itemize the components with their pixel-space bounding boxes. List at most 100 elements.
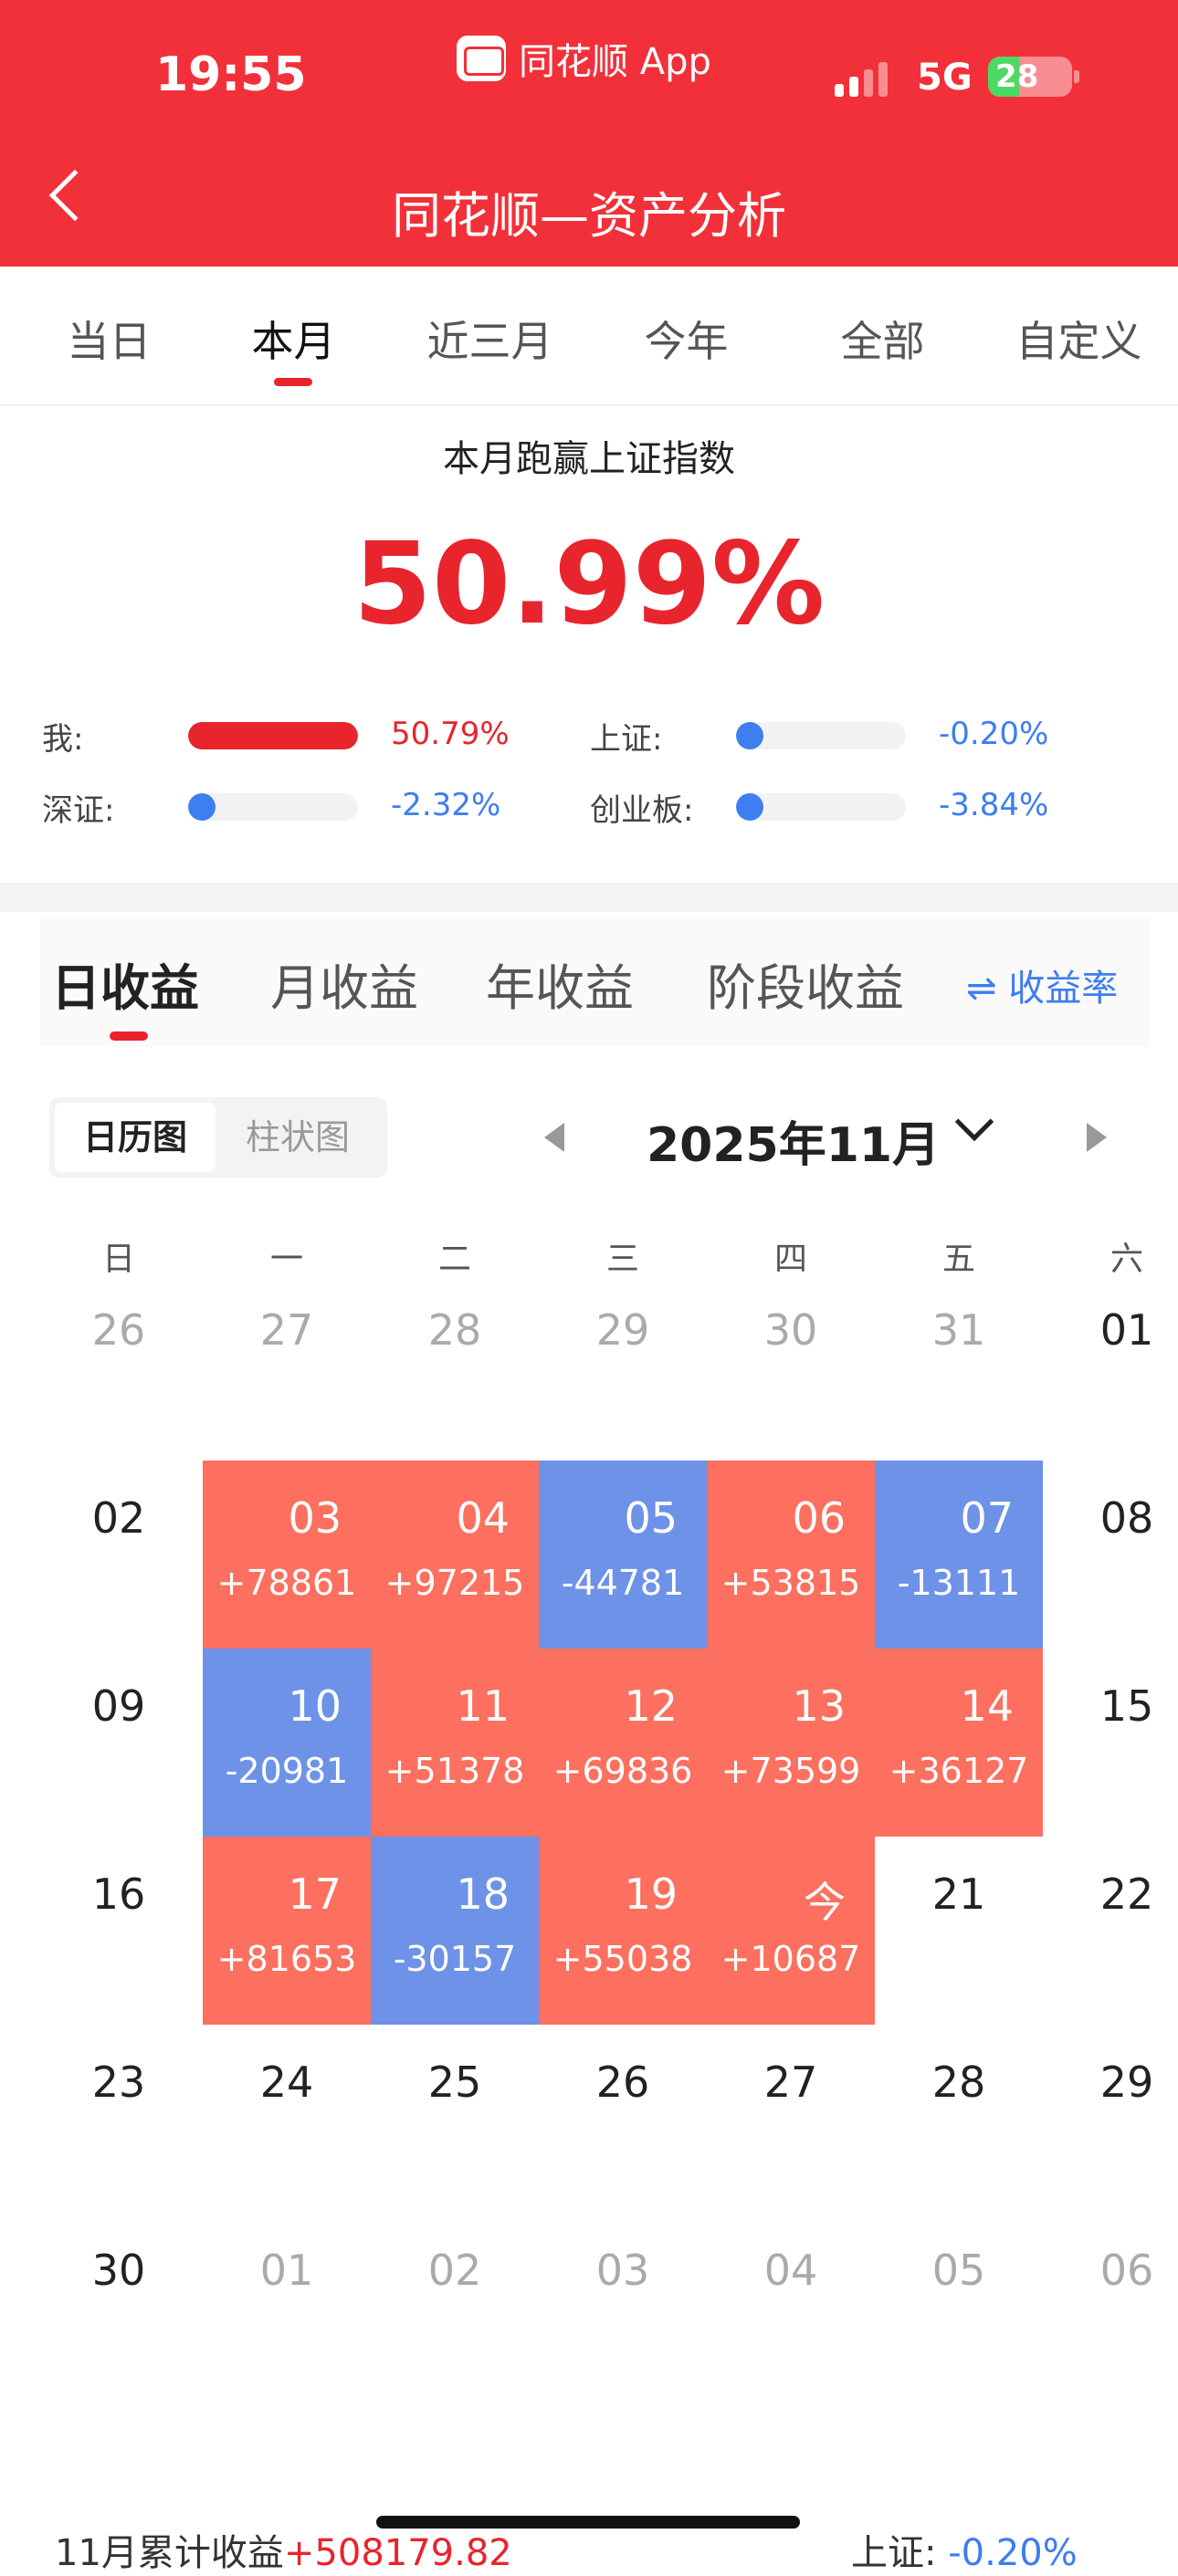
calendar-day[interactable]: 29 — [1043, 2025, 1178, 2213]
day-number: 16 — [91, 1869, 146, 1919]
bar-view-button[interactable]: 柱状图 — [216, 1103, 380, 1172]
calendar-day[interactable]: 27 — [203, 1272, 371, 1461]
calendar-day[interactable]: 03 +78861 — [203, 1461, 371, 1649]
day-number: 12 — [624, 1681, 678, 1731]
day-number: 04 — [763, 2246, 818, 2295]
day-number: 01 — [259, 2246, 314, 2295]
battery-level: 28 — [995, 58, 1039, 95]
day-number: 24 — [259, 2058, 314, 2107]
app-logo-icon — [457, 36, 506, 81]
comparison-track — [736, 722, 906, 749]
calendar-day[interactable]: 07 -13111 — [875, 1461, 1043, 1649]
index-return: 上证: -0.20% — [851, 2523, 1078, 2576]
chevron-down-icon[interactable] — [954, 1102, 994, 1142]
tab-income-0[interactable]: 日收益 — [51, 948, 199, 1020]
next-month-icon[interactable] — [1087, 1123, 1107, 1152]
calendar-day[interactable]: 今 +10687 — [707, 1837, 875, 2025]
calendar-day[interactable]: 09 — [35, 1649, 203, 1837]
calendar-day[interactable]: 02 — [371, 2213, 539, 2401]
calendar-day[interactable]: 04 — [707, 2213, 875, 2401]
calendar-day[interactable]: 03 — [539, 2213, 707, 2401]
day-number: 11 — [456, 1681, 510, 1731]
day-number: 26 — [91, 1305, 146, 1355]
calendar-day[interactable]: 08 — [1043, 1461, 1178, 1649]
tab-income-1[interactable]: 月收益 — [270, 948, 418, 1020]
calendar-day[interactable]: 10 -20981 — [203, 1649, 371, 1837]
day-number: 21 — [931, 1869, 986, 1919]
tab-period-2[interactable]: 近三月 — [392, 309, 588, 369]
excess-return-value: 50.99% — [352, 518, 826, 650]
calendar-day[interactable]: 27 — [707, 2025, 875, 2213]
beat-index-headline: 本月跑赢上证指数 — [443, 438, 735, 480]
day-number: 22 — [1099, 1869, 1154, 1919]
calendar-view-button[interactable]: 日历图 — [55, 1103, 216, 1172]
calendar-day[interactable]: 05 -44781 — [539, 1461, 707, 1649]
calendar-day[interactable]: 18 -30157 — [371, 1837, 539, 2025]
calendar-day[interactable]: 02 — [35, 1461, 203, 1649]
day-number: 29 — [1099, 2058, 1154, 2107]
calendar-day[interactable]: 31 — [875, 1272, 1043, 1461]
calendar-day[interactable]: 26 — [539, 2025, 707, 2213]
comparison-track — [736, 793, 906, 821]
tab-income-2[interactable]: 年收益 — [486, 948, 634, 1020]
calendar-day[interactable]: 06 +53815 — [707, 1461, 875, 1649]
divider — [0, 404, 1178, 406]
day-number: 03 — [595, 2246, 650, 2295]
calendar-day[interactable]: 15 — [1043, 1649, 1178, 1837]
calendar-day[interactable]: 11 +51378 — [371, 1649, 539, 1837]
tab-period-1[interactable]: 本月 — [195, 309, 392, 369]
day-number: 28 — [931, 2058, 986, 2107]
comparison-label: 上证: — [590, 721, 663, 758]
calendar-day[interactable]: 04 +97215 — [371, 1461, 539, 1649]
calendar-day[interactable]: 30 — [707, 1272, 875, 1461]
day-number: 05 — [624, 1493, 678, 1543]
calendar-day[interactable]: 16 — [35, 1837, 203, 2025]
calendar-day[interactable]: 28 — [371, 1272, 539, 1461]
day-profit: +55038 — [552, 1939, 693, 1979]
calendar-day[interactable]: 13 +73599 — [707, 1649, 875, 1837]
comparison-value: -0.20% — [939, 716, 1049, 752]
calendar-day[interactable]: 24 — [203, 2025, 371, 2213]
tab-period-5[interactable]: 自定义 — [981, 309, 1177, 369]
tab-period-0[interactable]: 当日 — [11, 309, 207, 369]
calendar-day[interactable]: 01 — [203, 2213, 371, 2401]
day-number: 14 — [960, 1681, 1014, 1731]
cumulative-value: +508179.82 — [283, 2532, 512, 2574]
calendar-day[interactable]: 17 +81653 — [203, 1837, 371, 2025]
calendar-day[interactable]: 28 — [875, 2025, 1043, 2213]
calendar-day[interactable]: 06 — [1043, 2213, 1178, 2401]
prev-month-icon[interactable] — [544, 1123, 564, 1152]
calendar-day[interactable]: 14 +36127 — [875, 1649, 1043, 1837]
battery-cap — [1074, 70, 1079, 83]
home-indicator[interactable] — [376, 2516, 800, 2529]
calendar-day[interactable]: 19 +55038 — [539, 1837, 707, 2025]
return-rate-toggle[interactable]: ⇌ 收益率 — [966, 958, 1118, 1011]
calendar-day[interactable]: 05 — [875, 2213, 1043, 2401]
comparison-bar — [736, 722, 763, 749]
calendar-day[interactable]: 29 — [539, 1272, 707, 1461]
calendar-day[interactable]: 26 — [35, 1272, 203, 1461]
day-profit: +78861 — [216, 1563, 357, 1603]
day-number: 30 — [763, 1305, 818, 1355]
day-profit: +51378 — [384, 1751, 525, 1791]
tab-period-4[interactable]: 全部 — [784, 309, 981, 369]
calendar-day[interactable]: 23 — [35, 2025, 203, 2213]
source-app-indicator[interactable]: 同花顺 App — [457, 35, 711, 83]
day-number: 29 — [595, 1305, 650, 1355]
income-tab-indicator — [110, 1031, 148, 1041]
tab-income-3[interactable]: 阶段收益 — [707, 948, 904, 1020]
tab-period-3[interactable]: 今年 — [588, 309, 784, 369]
calendar-day[interactable]: 25 — [371, 2025, 539, 2213]
day-profit: +53815 — [720, 1563, 861, 1603]
calendar-day[interactable]: 21 — [875, 1837, 1043, 2025]
calendar-day[interactable]: 01 — [1043, 1272, 1178, 1461]
calendar-day[interactable]: 30 — [35, 2213, 203, 2401]
month-selector[interactable]: 2025年11月 — [647, 1106, 940, 1175]
calendar-day[interactable]: 22 — [1043, 1837, 1178, 2025]
day-profit: +10687 — [720, 1939, 861, 1979]
calendar-day[interactable]: 12 +69836 — [539, 1649, 707, 1837]
day-number: 02 — [91, 1493, 146, 1543]
day-number: 10 — [288, 1681, 342, 1731]
comparison-label: 我: — [42, 721, 84, 758]
day-profit: -20981 — [225, 1751, 349, 1791]
